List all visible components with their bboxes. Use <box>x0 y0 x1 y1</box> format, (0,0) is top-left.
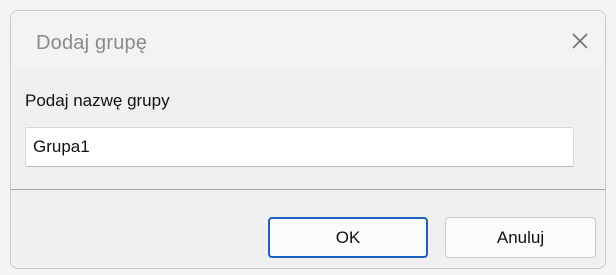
group-name-input[interactable] <box>25 127 574 167</box>
dialog-title: Dodaj grupę <box>36 32 148 54</box>
cancel-button[interactable]: Anuluj <box>445 217 596 258</box>
dialog-titlebar[interactable]: Dodaj grupę <box>11 11 605 69</box>
close-icon[interactable] <box>569 30 591 52</box>
add-group-dialog: Dodaj grupę Podaj nazwę grupy OK Anuluj <box>10 10 606 269</box>
group-name-label: Podaj nazwę grupy <box>25 91 170 110</box>
ok-button[interactable]: OK <box>268 217 428 258</box>
divider <box>11 189 605 190</box>
